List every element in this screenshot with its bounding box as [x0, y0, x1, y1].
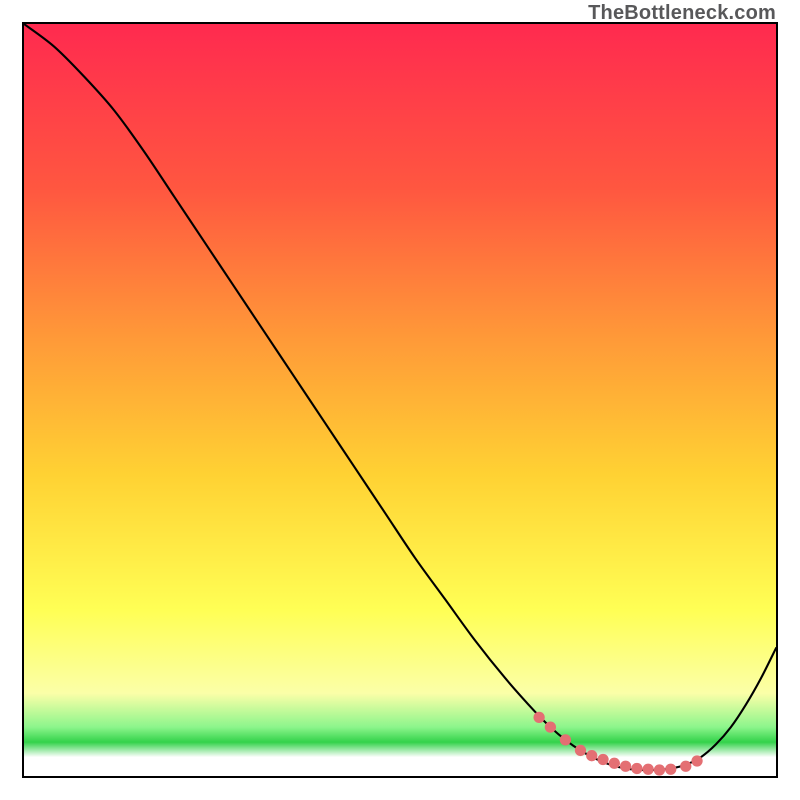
curve-line [24, 24, 776, 770]
marker-dot [533, 712, 544, 723]
marker-dot [643, 764, 654, 775]
chart-overlay [24, 24, 776, 776]
marker-dot [575, 745, 586, 756]
marker-dot [560, 734, 571, 745]
marker-dot [597, 754, 608, 765]
marker-dot [545, 721, 556, 732]
marker-dot [680, 761, 691, 772]
marker-dot [654, 764, 665, 775]
plot-area [22, 22, 778, 778]
marker-dot [586, 750, 597, 761]
chart-frame: TheBottleneck.com [0, 0, 800, 800]
marker-dot [691, 755, 702, 766]
marker-dot [609, 758, 620, 769]
marker-dot [620, 761, 631, 772]
marker-dot [665, 764, 676, 775]
marker-dot [631, 763, 642, 774]
marker-group [533, 712, 702, 776]
